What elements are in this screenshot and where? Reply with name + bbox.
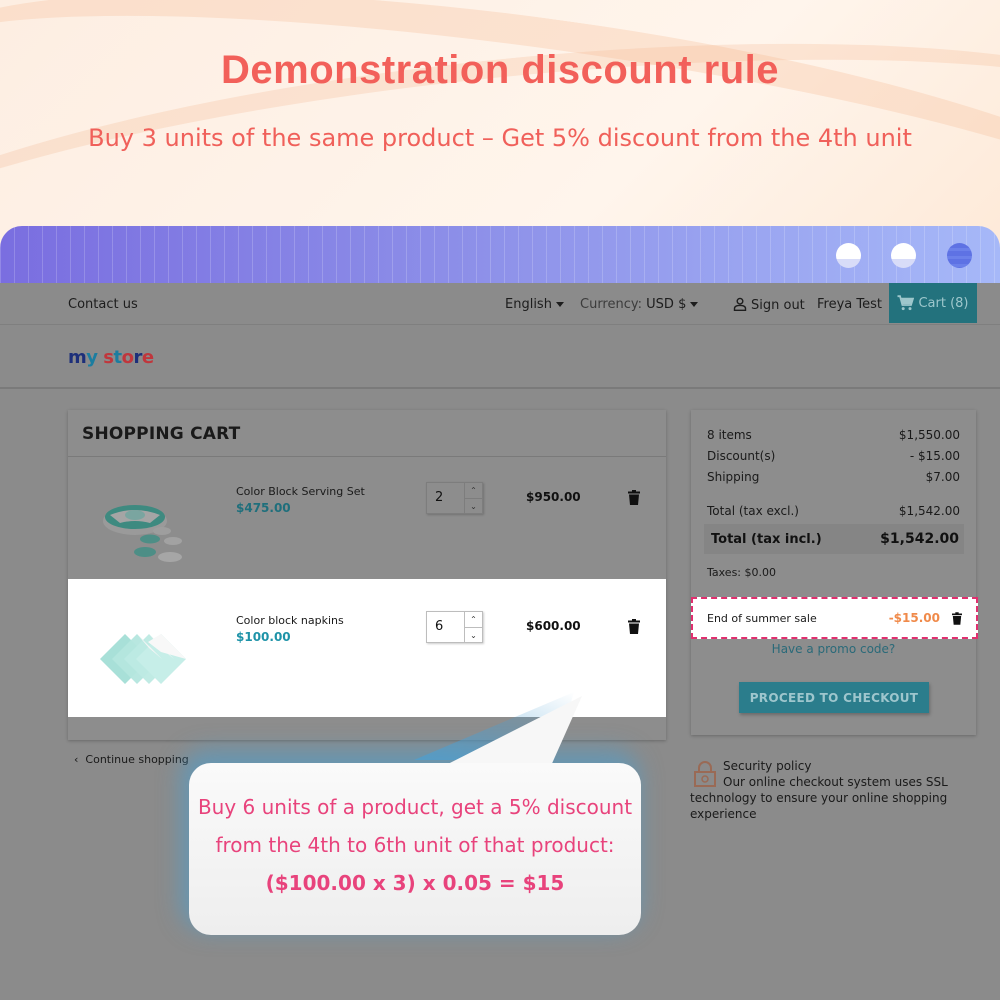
decrement-button[interactable]: ⌄ [465,498,482,514]
proceed-to-checkout-button[interactable]: PROCEED TO CHECKOUT [739,682,929,713]
security-body: Our online checkout system uses SSL tech… [690,775,948,821]
summary-value: $1,550.00 [898,428,960,442]
logo-letter: m [68,347,87,368]
callout-formula: ($100.00 x 3) x 0.05 = $15 [265,871,565,895]
lock-icon [694,761,716,787]
quantity-stepper[interactable]: 2 ⌃ ⌄ [426,482,483,514]
logo-letter: r [133,347,142,368]
summary-label: Discount(s) [707,449,776,463]
cart-button[interactable]: Cart (8) [889,283,977,323]
summary-label: Total (tax excl.) [707,504,799,518]
window-minimize-button[interactable] [836,243,861,268]
continue-shopping-label: Continue shopping [85,753,189,766]
summary-value: $7.00 [925,470,960,484]
product-image-serving-set[interactable] [90,479,200,574]
quantity-stepper[interactable]: 6 ⌃ ⌄ [426,611,483,643]
applied-voucher: End of summer sale -$15.00 [691,597,978,639]
summary-shipping-row: Shipping $7.00 [707,470,960,484]
logo-letter: y [86,347,98,368]
caret-down-icon [555,302,564,307]
summary-items-row: 8 items $1,550.00 [707,428,960,442]
summary-value: $1,542.00 [880,531,959,547]
product-name[interactable]: Color Block Serving Set [236,485,365,498]
user-icon [733,297,747,311]
promo-code-link[interactable]: Have a promo code? [691,642,976,656]
increment-button[interactable]: ⌃ [465,483,482,498]
summary-total-excl-row: Total (tax excl.) $1,542.00 [707,504,960,518]
logo-letter: e [141,347,154,368]
voucher-name: End of summer sale [707,611,817,625]
logo-letter: o [121,347,134,368]
summary-label: Total (tax incl.) [711,531,822,547]
banner-title: Demonstration discount rule [221,48,779,92]
logo-letter: t [113,347,123,368]
increment-button[interactable]: ⌃ [465,612,482,627]
caret-down-icon [690,302,699,307]
cart-line-item: Color Block Serving Set $475.00 2 ⌃ ⌄ $95… [68,457,666,595]
currency-value: USD $ [646,297,687,312]
shopping-cart-panel: SHOPPING CART Color Block Serving Set $4… [68,410,666,740]
contact-us-link[interactable]: Contact us [68,297,138,312]
cart-title: SHOPPING CART [82,424,241,444]
summary-total-incl-row: Total (tax incl.) $1,542.00 [704,524,964,554]
remove-voucher-icon[interactable] [952,611,962,625]
line-total: $600.00 [526,619,581,633]
banner-subtitle: Buy 3 units of the same product – Get 5%… [88,124,912,152]
store-logo[interactable]: my store [68,347,154,368]
cart-summary: 8 items $1,550.00 Discount(s) - $15.00 Shi… [691,410,978,735]
product-unit-price: $475.00 [236,501,291,515]
callout-plain: Buy 6 units of a product, get a 5% disco… [197,795,633,857]
delete-icon[interactable] [628,490,640,505]
product-name[interactable]: Color block napkins [236,614,344,627]
language-selector[interactable]: English [505,297,564,312]
top-navigation: Contact us English Currency: USD $ Sign … [0,283,1000,325]
delete-icon[interactable] [628,619,640,634]
logo-letter: s [103,347,114,368]
sign-out-link[interactable]: Sign out [733,297,805,313]
product-image-napkins[interactable] [90,604,200,699]
callout-text: Buy 6 units of a product, get a 5% disco… [189,788,641,902]
quantity-input[interactable]: 2 [427,483,464,513]
currency-label: Currency: [580,297,643,312]
taxes-line: Taxes: $0.00 [707,566,777,579]
account-link[interactable]: Freya Test [817,297,882,312]
line-total: $950.00 [526,490,581,504]
cart-label: Cart (8) [918,295,969,311]
decrement-button[interactable]: ⌄ [465,627,482,643]
continue-shopping-link[interactable]: ‹ Continue shopping [74,753,189,766]
summary-value: - $15.00 [909,449,960,463]
currency-selector[interactable]: Currency: USD $ [580,297,699,312]
browser-title-bar [0,226,1000,283]
summary-value: $1,542.00 [898,504,960,518]
security-policy: Security policy Our online checkout syst… [690,758,960,822]
quantity-input[interactable]: 6 [427,612,464,642]
product-unit-price: $100.00 [236,630,291,644]
language-label: English [505,297,552,312]
shopping-cart-icon [897,295,915,311]
summary-discount-row: Discount(s) - $15.00 [707,449,960,463]
cart-line-item: Color block napkins $100.00 6 ⌃ ⌄ $600.00 [68,579,666,717]
summary-label: 8 items [707,428,752,442]
window-maximize-button[interactable] [891,243,916,268]
promo-banner: Demonstration discount rule Buy 3 units … [0,0,1000,230]
security-title: Security policy [723,759,812,773]
sign-out-label: Sign out [751,298,805,313]
header: my store [0,325,1000,389]
chevron-left-icon: ‹ [74,753,79,766]
window-close-button[interactable] [947,243,972,268]
summary-label: Shipping [707,470,760,484]
voucher-amount: -$15.00 [888,611,940,625]
